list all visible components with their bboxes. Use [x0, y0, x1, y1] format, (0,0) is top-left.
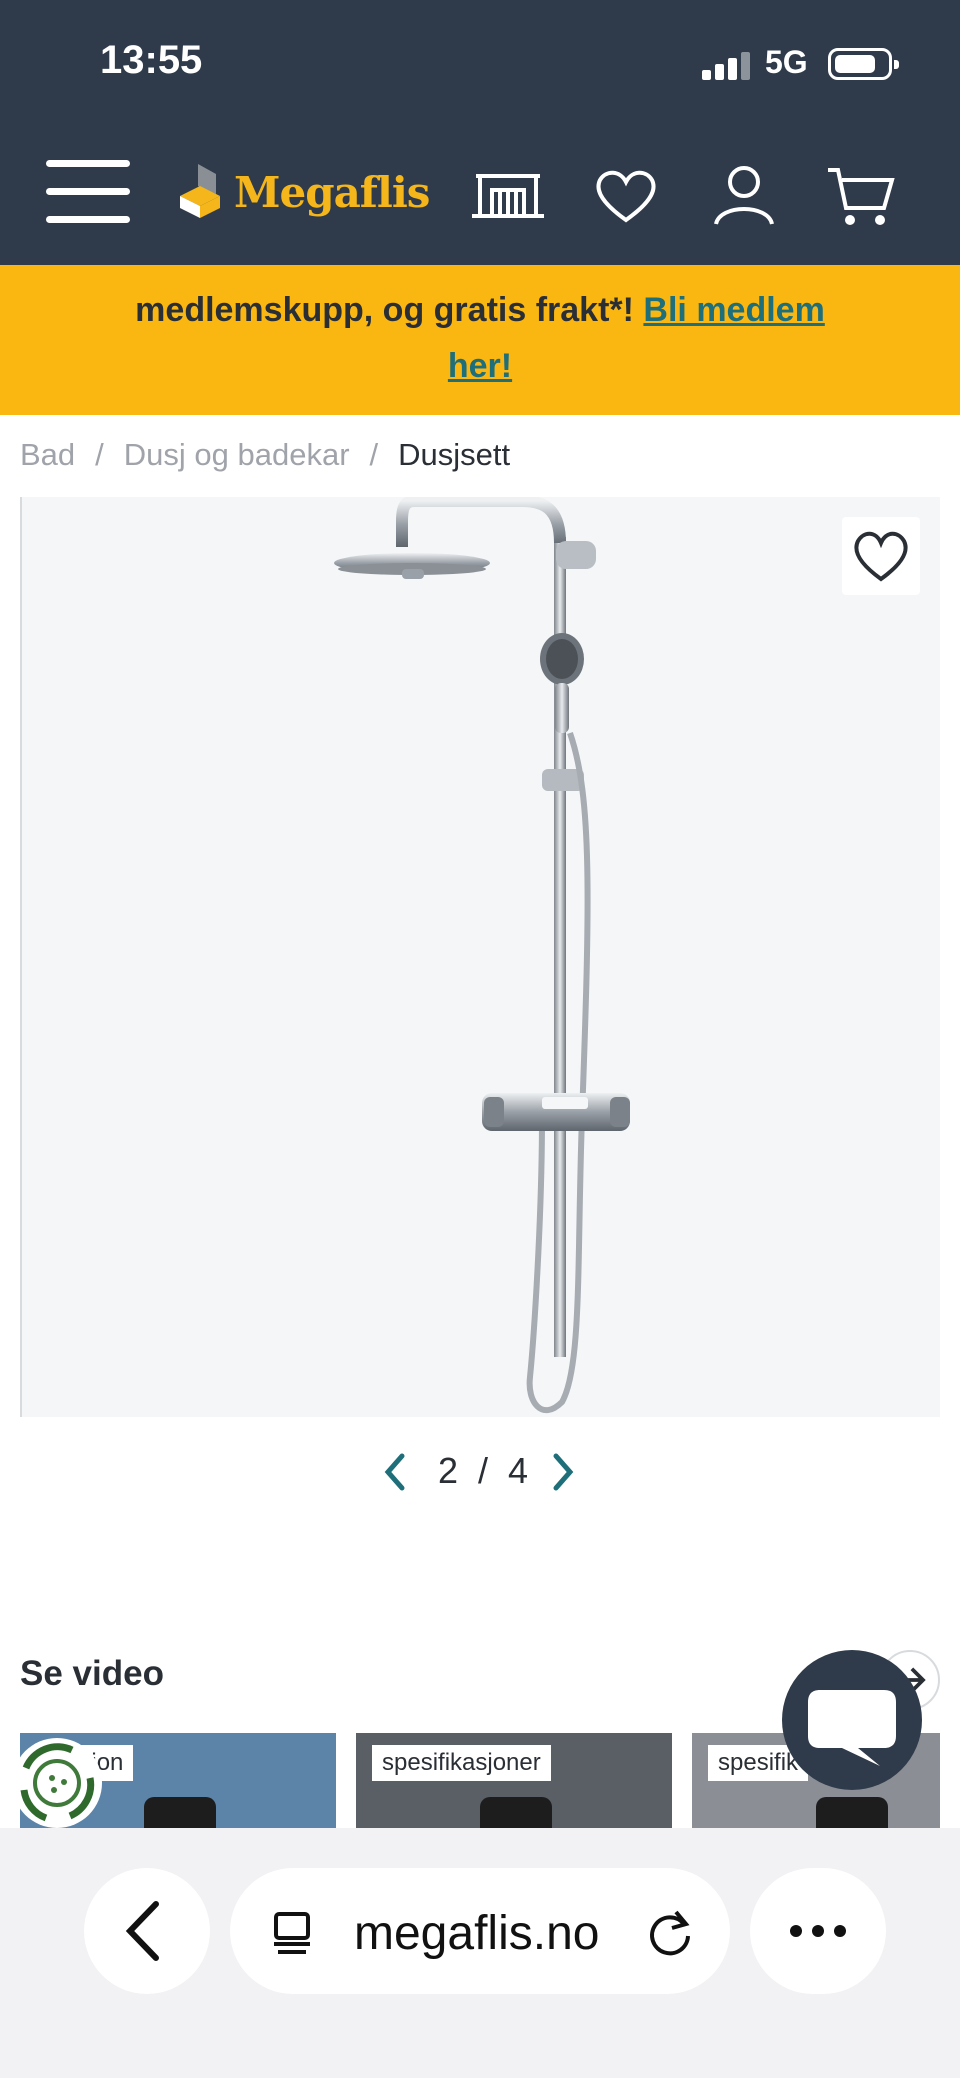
page-menu-icon [274, 1912, 310, 1954]
promo-text: medlemskupp, og gratis frakt [135, 291, 610, 329]
signal-icon [702, 52, 752, 80]
breadcrumb-separator: / [95, 437, 104, 472]
pager-separator: / [478, 1450, 489, 1491]
breadcrumb-item-dusj-og-badekar[interactable]: Dusj og badekar [124, 437, 350, 472]
promo-asterisk: *! [609, 291, 634, 329]
next-image-button[interactable] [548, 1452, 578, 1492]
promo-clipped-line [0, 265, 960, 269]
play-icon [480, 1797, 552, 1829]
shower-set-product-image [334, 497, 630, 1413]
promo-banner: medlemskupp, og gratis frakt*! Bli medle… [0, 265, 960, 415]
recycle-badge-icon[interactable] [12, 1738, 102, 1828]
product-image-gallery[interactable] [20, 497, 940, 1417]
status-bar: 13:55 5G [0, 0, 960, 130]
favorite-heart-button[interactable] [842, 517, 920, 595]
breadcrumb: Bad / Dusj og badekar / Dusjsett [20, 437, 510, 473]
address-bar[interactable]: megaflis.no [230, 1868, 730, 1994]
url-text: megaflis.no [354, 1907, 600, 1960]
logo[interactable]: Megaflis [176, 156, 436, 226]
site-header: Megaflis [0, 130, 960, 265]
logo-mark-icon [180, 164, 220, 218]
reload-icon[interactable] [644, 1906, 696, 1958]
promo-line-2: her! [0, 347, 960, 386]
chat-button[interactable] [782, 1650, 922, 1790]
prev-image-button[interactable] [380, 1452, 410, 1492]
breadcrumb-separator: / [369, 437, 379, 472]
heart-icon [854, 531, 908, 582]
breadcrumb-item-current: Dusjsett [398, 437, 511, 472]
browser-back-button[interactable] [84, 1868, 210, 1994]
browser-more-button[interactable] [750, 1868, 886, 1994]
chevron-right-icon [553, 1453, 574, 1491]
breadcrumb-item-bad[interactable]: Bad [20, 437, 75, 472]
store-icon[interactable] [470, 160, 546, 230]
wishlist-heart-icon[interactable] [588, 160, 664, 230]
pager-current: 2 [438, 1450, 459, 1491]
chevron-left-icon [384, 1453, 405, 1491]
video-section-title: Se video [20, 1654, 164, 1693]
play-icon [144, 1797, 216, 1829]
chevron-left-icon [125, 1901, 159, 1961]
battery-icon [828, 48, 899, 80]
play-icon [816, 1797, 888, 1829]
status-time: 13:55 [100, 38, 203, 82]
account-user-icon[interactable] [706, 160, 782, 230]
logo-text: Megaflis [234, 168, 430, 217]
video-card-tag: spesifikasjoner [372, 1745, 551, 1781]
video-card[interactable]: spesifikasjoner [356, 1733, 672, 1829]
network-type: 5G [765, 44, 808, 80]
pager-total: 4 [508, 1450, 529, 1491]
promo-line-1: medlemskupp, og gratis frakt*! Bli medle… [0, 291, 960, 330]
promo-join-link[interactable]: Bli medlem [643, 291, 824, 329]
promo-join-link-continued[interactable]: her! [448, 347, 512, 385]
browser-toolbar: megaflis.no [0, 1828, 960, 2078]
chat-bubble-icon [808, 1690, 896, 1766]
menu-button[interactable] [46, 160, 130, 224]
cart-icon[interactable] [824, 160, 900, 230]
more-dots-icon [790, 1925, 846, 1937]
gallery-pager: 2 / 4 [380, 1448, 580, 1498]
